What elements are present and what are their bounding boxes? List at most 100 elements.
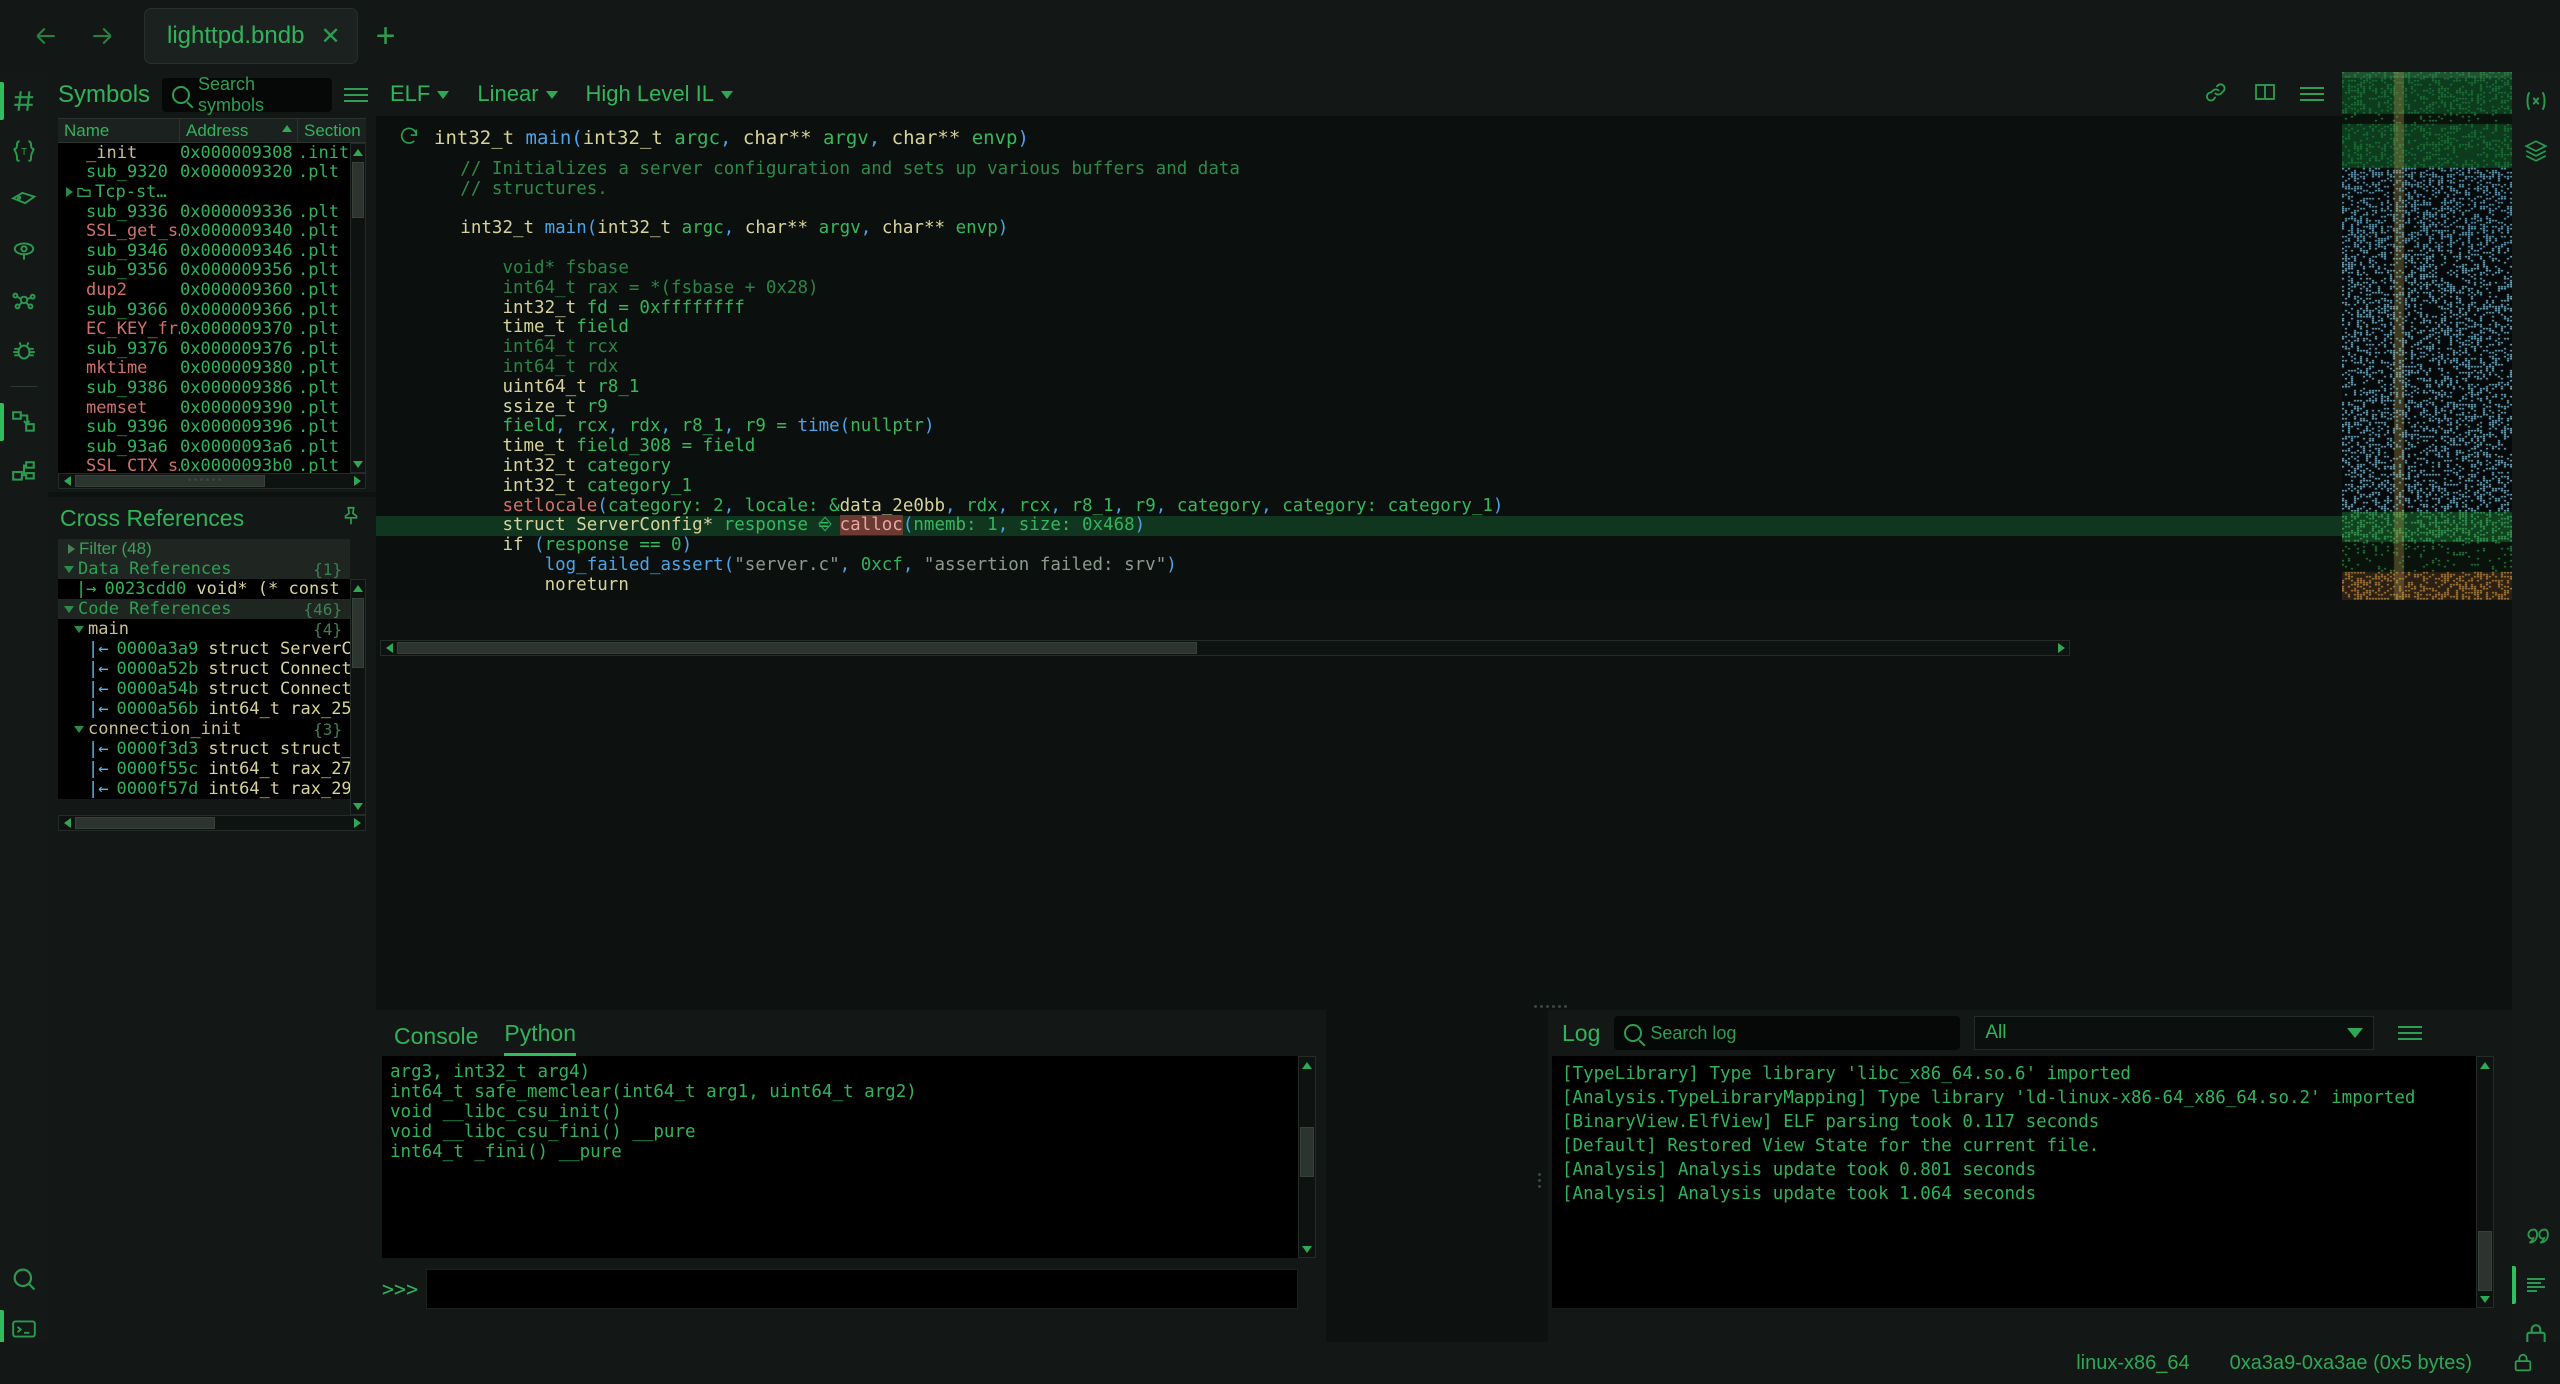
- code-line[interactable]: noreturn: [376, 576, 2342, 596]
- collapse-arrow-icon[interactable]: [74, 726, 84, 733]
- table-row[interactable]: SSL_CTX_s…0x0000093b0.plt: [58, 457, 350, 474]
- table-row[interactable]: sub_93360x000009336.plt: [58, 202, 350, 222]
- il-dropdown[interactable]: High Level IL: [586, 81, 733, 107]
- table-row[interactable]: sub_93760x000009376.plt: [58, 339, 350, 359]
- table-row[interactable]: SSL_get_s…0x000009340.plt: [58, 221, 350, 241]
- scroll-right-icon[interactable]: [349, 474, 365, 488]
- pin-icon[interactable]: [340, 505, 362, 532]
- scroll-thumb[interactable]: [352, 162, 364, 218]
- xref-row[interactable]: |←0000a54bstruct Connection*: [58, 679, 350, 699]
- refresh-icon[interactable]: [398, 125, 420, 152]
- sidebar-item-layers[interactable]: [2512, 126, 2560, 176]
- xref-group-header[interactable]: Code References{46}: [58, 599, 350, 619]
- scroll-up-icon[interactable]: [351, 144, 365, 160]
- log-menu-icon[interactable]: [2398, 1026, 2422, 1040]
- scroll-up-icon[interactable]: [351, 580, 365, 596]
- xref-row[interactable]: |→0023cdd0void* (* const callo: [58, 579, 350, 599]
- expand-arrow-icon[interactable]: [68, 544, 75, 554]
- xref-row[interactable]: |←0000f57dint64_t rax_29 = ca: [58, 779, 350, 799]
- xrefs-hscrollbar[interactable]: [58, 815, 366, 831]
- code-lines-container[interactable]: // Initializes a server configuration an…: [376, 160, 2342, 600]
- table-row[interactable]: EC_KEY_fr…0x000009370.plt: [58, 319, 350, 339]
- code-line-selected[interactable]: struct ServerConfig* response = calloc(n…: [376, 516, 2342, 536]
- table-row[interactable]: sub_93960x000009396.plt: [58, 417, 350, 437]
- collapse-arrow-icon[interactable]: [64, 606, 74, 613]
- link-icon[interactable]: [2204, 80, 2230, 109]
- code-line[interactable]: void* fsbase: [376, 259, 2342, 279]
- xref-row[interactable]: |←0000f3d3struct struct_7* ra: [58, 739, 350, 759]
- column-header-section[interactable]: Section: [298, 119, 366, 142]
- scroll-thumb[interactable]: [2478, 1231, 2492, 1291]
- sidebar-item-graph[interactable]: [0, 276, 48, 326]
- code-line[interactable]: if (response == 0): [376, 536, 2342, 556]
- scroll-down-icon[interactable]: [351, 798, 365, 814]
- console-vscrollbar[interactable]: [1298, 1056, 1316, 1258]
- sidebar-item-tags[interactable]: [0, 176, 48, 226]
- console-output[interactable]: arg3, int32_t arg4)int64_t safe_memclear…: [382, 1056, 1298, 1258]
- sidebar-item-types[interactable]: T: [0, 126, 48, 176]
- log-vscrollbar[interactable]: [2476, 1056, 2494, 1308]
- cross-references-tree[interactable]: Filter (48)Data References{1}|→0023cdd0v…: [58, 539, 366, 835]
- table-row[interactable]: sub_93860x000009386.plt: [58, 378, 350, 398]
- table-row[interactable]: _init0x000009308.init: [58, 143, 350, 163]
- xrefs-vscrollbar[interactable]: [350, 579, 366, 815]
- scroll-down-icon[interactable]: [351, 456, 365, 472]
- code-line[interactable]: time_t field_308 = field: [376, 437, 2342, 457]
- new-tab-button[interactable]: +: [376, 17, 396, 56]
- code-line[interactable]: time_t field: [376, 318, 2342, 338]
- sidebar-item-search[interactable]: [0, 1254, 48, 1304]
- code-line[interactable]: int64_t rax = *(fsbase + 0x28): [376, 279, 2342, 299]
- collapse-arrow-icon[interactable]: [74, 626, 84, 633]
- scroll-thumb[interactable]: [352, 598, 364, 668]
- code-line[interactable]: [376, 596, 2342, 600]
- xref-function-header[interactable]: connection_init{3}: [58, 719, 350, 739]
- sidebar-item-log[interactable]: [2512, 1260, 2560, 1310]
- scroll-left-icon[interactable]: [59, 816, 75, 830]
- xref-rows[interactable]: Filter (48)Data References{1}|→0023cdd0v…: [58, 539, 350, 815]
- table-row[interactable]: sub_93560x000009356.plt: [58, 261, 350, 281]
- sidebar-item-debugger[interactable]: [0, 326, 48, 376]
- table-row[interactable]: sub_93660x000009366.plt: [58, 300, 350, 320]
- table-row[interactable]: memset0x000009390.plt: [58, 398, 350, 418]
- split-pane-icon[interactable]: [2252, 80, 2278, 109]
- table-row[interactable]: sub_93200x000009320.plt: [58, 163, 350, 183]
- minimap-canvas[interactable]: [2342, 72, 2512, 600]
- console-input[interactable]: [426, 1269, 1298, 1309]
- code-line[interactable]: [376, 239, 2342, 259]
- table-row[interactable]: dup20x000009360.plt: [58, 280, 350, 300]
- xref-function-header[interactable]: main{4}: [58, 619, 350, 639]
- scroll-thumb[interactable]: [1300, 1127, 1314, 1177]
- column-header-address[interactable]: Address: [180, 119, 298, 142]
- code-line[interactable]: int32_t fd = 0xffffffff: [376, 299, 2342, 319]
- symbols-table-body[interactable]: _init0x000009308.initsub_93200x000009320…: [58, 143, 350, 473]
- sidebar-item-symbols[interactable]: [0, 76, 48, 126]
- lock-icon[interactable]: [2512, 1352, 2534, 1374]
- tab-python[interactable]: Python: [504, 1020, 576, 1056]
- log-filter-dropdown[interactable]: All: [1974, 1016, 2374, 1050]
- code-line[interactable]: ssize_t r9: [376, 398, 2342, 418]
- forward-button[interactable]: [74, 8, 130, 64]
- back-button[interactable]: [18, 8, 74, 64]
- search-input[interactable]: Search symbols: [162, 78, 332, 112]
- sidebar-item-comments[interactable]: [2512, 1210, 2560, 1260]
- expand-arrow-icon[interactable]: [66, 187, 73, 197]
- code-line[interactable]: int32_t category_1: [376, 477, 2342, 497]
- xref-row[interactable]: |←0000f55cint64_t rax_27 = ca: [58, 759, 350, 779]
- sidebar-item-stack-view[interactable]: [0, 447, 48, 497]
- scroll-right-icon[interactable]: [2053, 641, 2069, 655]
- code-line[interactable]: setlocale(category: 2, locale: &data_2e0…: [376, 497, 2342, 517]
- scroll-left-icon[interactable]: [381, 641, 397, 655]
- sidebar-item-cross-references[interactable]: [0, 397, 48, 447]
- collapse-arrow-icon[interactable]: [64, 566, 74, 573]
- code-minimap[interactable]: [2342, 72, 2512, 600]
- scroll-up-icon[interactable]: [2477, 1057, 2493, 1073]
- code-line[interactable]: [376, 200, 2342, 220]
- format-dropdown[interactable]: ELF: [390, 81, 449, 107]
- table-row[interactable]: sub_93460x000009346.plt: [58, 241, 350, 261]
- symbols-options-icon[interactable]: [344, 88, 368, 102]
- scroll-down-icon[interactable]: [1299, 1241, 1315, 1257]
- panel-resize-grip[interactable]: [144, 472, 264, 486]
- code-line[interactable]: int64_t rdx: [376, 358, 2342, 378]
- symbols-vscrollbar[interactable]: [350, 143, 366, 473]
- log-search-input[interactable]: Search log: [1614, 1016, 1960, 1050]
